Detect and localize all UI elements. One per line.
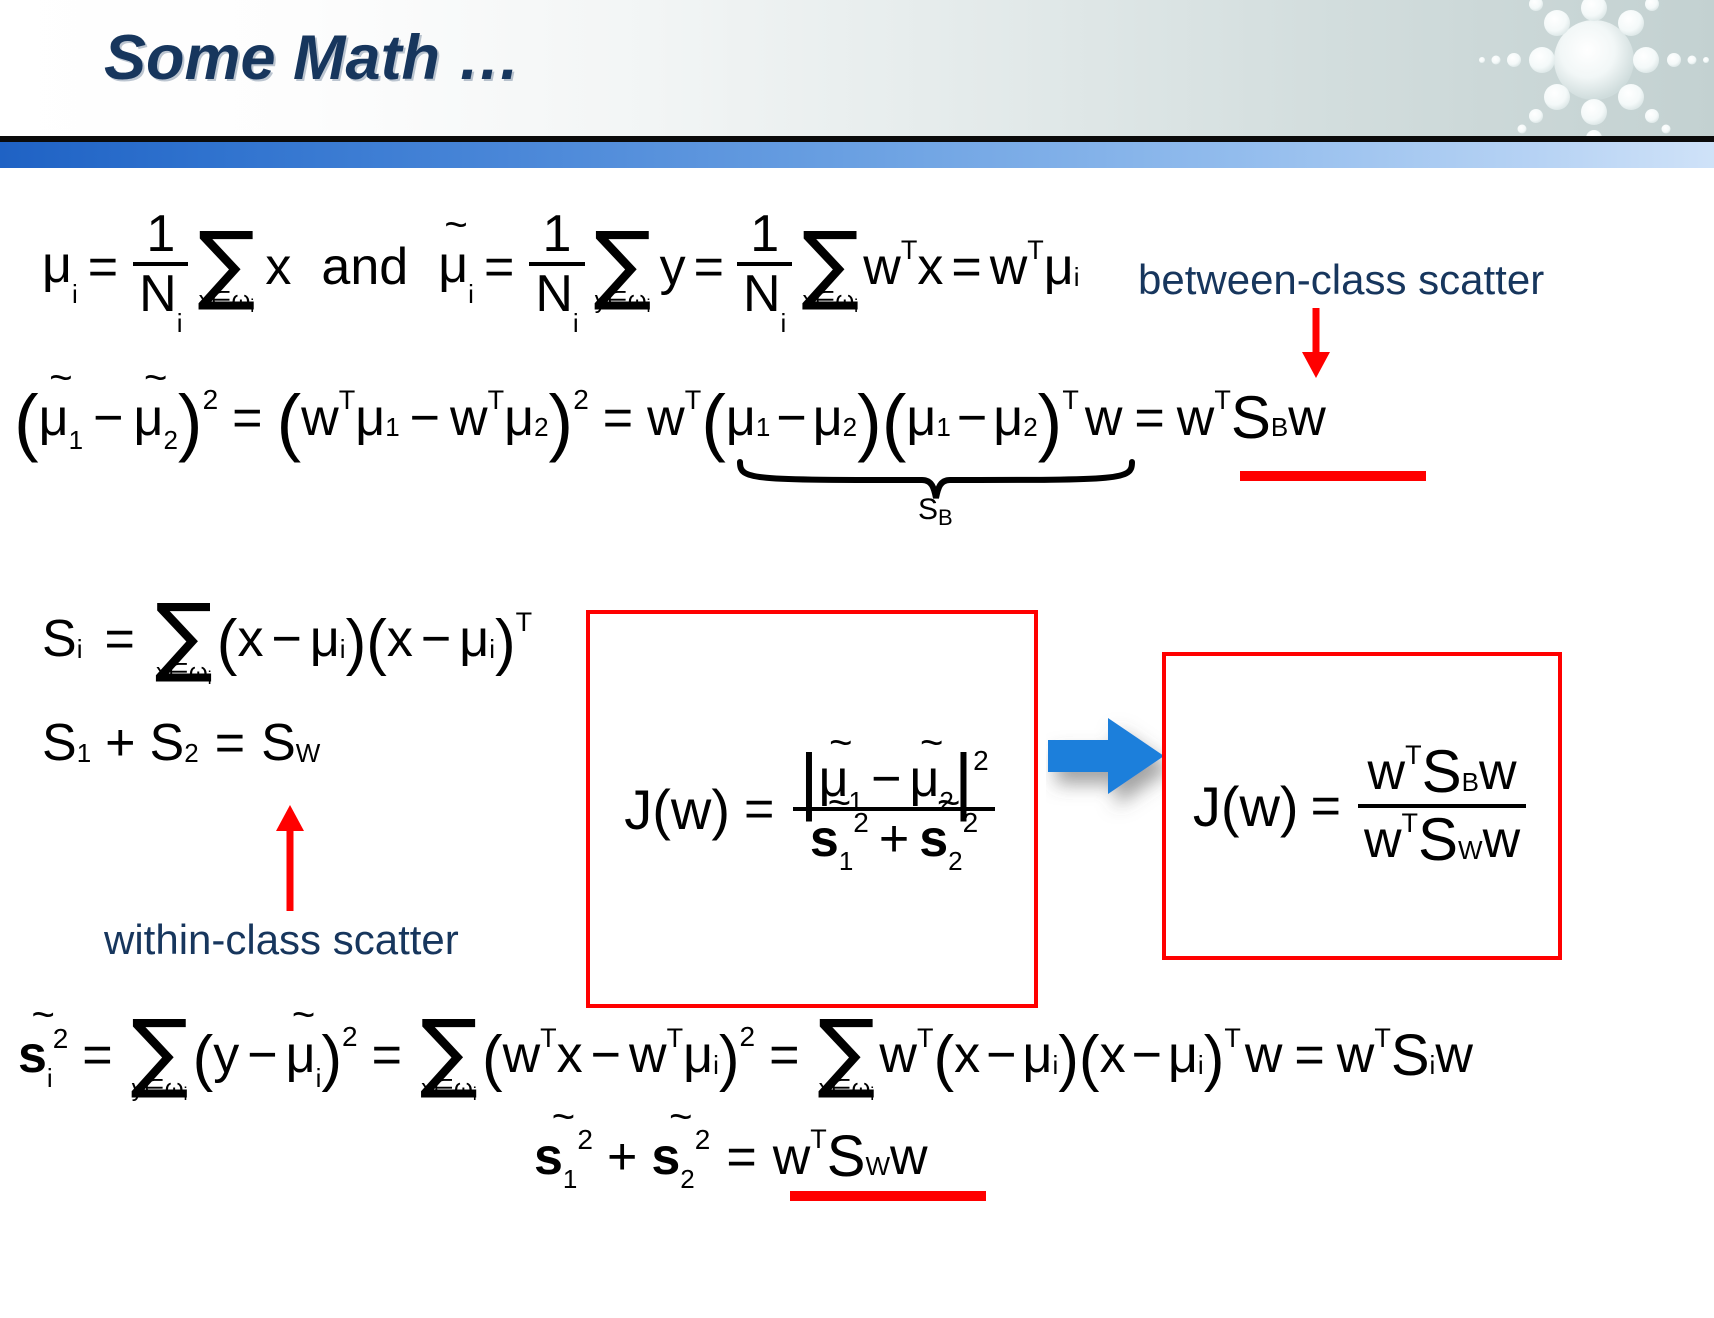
rayleigh-quotient-fraction: wT SB w wT SW w (1357, 741, 1527, 870)
within-class-arrow-icon (276, 805, 304, 911)
equation-between-class-scatter: ( ~ μ1 − ~ μ2 ) 2 = ( wT μ1 − wT μ2 ) 2 = … (14, 355, 1326, 463)
within-class-scatter-label: within-class scatter (104, 916, 459, 963)
sunburst-logo-icon (1424, 0, 1714, 148)
slide-header: Some Math … (0, 0, 1714, 146)
summation-y-in-omega: ∑ y∈ωi (593, 213, 652, 316)
slide-body: μi = 1 Ni ∑ x∈ωi x and ~ μi = 1 Ni ∑ y∈ω… (0, 168, 1714, 1318)
boxed-formula-J-rayleigh: J(w) = wT SB w wT SW w (1162, 652, 1562, 960)
equation-projected-within-class: ~ s12 + ~ s22 = wT SW w (534, 1094, 928, 1194)
red-underline-within-class (790, 1191, 986, 1201)
one-over-Ni: 1 Ni (133, 208, 189, 336)
equation-scatter-matrix-Si: Si = ∑ x∈ωi ( x − μi )( x − μi ) T (42, 586, 533, 688)
equation-projected-scatter: ~ si2 = ∑ y∈ωi ( y − ~ μi ) 2 = ∑ x∈ωi ( … (18, 993, 1473, 1104)
s-tilde-i-squared: ~ si2 (18, 993, 69, 1093)
between-class-arrow-icon (1302, 308, 1330, 378)
J-ratio-fraction: | ~ μ1 − ~ μ2 | 2 ~ s12 + ~ s22 (793, 723, 995, 874)
and-text: and (321, 238, 409, 297)
boxed-formula-J-ratio: J(w) = | ~ μ1 − ~ μ2 | 2 ~ s12 + ~ s22 (586, 610, 1038, 1008)
mu-tilde-2: ~ μ2 (133, 355, 178, 455)
blue-right-arrow-icon (1046, 708, 1174, 833)
SB-brace-label: SB (918, 493, 953, 530)
equation-within-class-sum: S1 + S2 = SW (42, 714, 321, 772)
summation-x-in-omega: ∑ x∈ωi (197, 213, 256, 316)
mu-tilde-i-symbol: ~ μi (438, 202, 474, 309)
between-class-scatter-label: between-class scatter (1138, 256, 1545, 303)
red-underline-between-class (1240, 471, 1426, 481)
mu-i-symbol: μi (42, 235, 78, 309)
header-accent-bar (0, 142, 1714, 168)
page-title: Some Math … (104, 23, 521, 93)
summation-x-in-omega-Si: ∑ x∈ωi (154, 586, 213, 688)
equation-mean-definitions: μi = 1 Ni ∑ x∈ωi x and ~ μi = 1 Ni ∑ y∈ω… (42, 202, 1080, 339)
mu-tilde-1: ~ μ1 (38, 355, 84, 455)
